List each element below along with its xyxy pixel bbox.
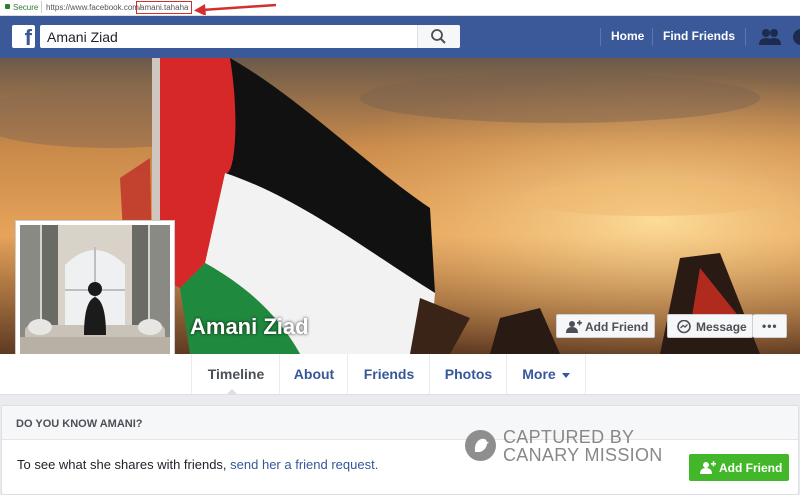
url-base[interactable]: https://www.facebook.com/ — [46, 3, 141, 12]
nav-find-friends[interactable]: Find Friends — [663, 29, 735, 43]
search-input[interactable] — [40, 25, 410, 48]
nav-divider — [600, 28, 601, 46]
timeline-tabs: Timeline About Friends Photos More — [0, 354, 800, 395]
tab-about[interactable]: About — [279, 354, 348, 394]
annotation-arrow-icon — [194, 3, 277, 15]
url-path-highlight[interactable]: amani.tahaha — [136, 1, 193, 14]
search-icon — [431, 29, 446, 44]
add-friend-green-button[interactable]: Add Friend — [689, 454, 789, 481]
tab-photos[interactable]: Photos — [429, 354, 507, 394]
lock-icon — [5, 4, 10, 9]
add-friend-icon — [566, 320, 582, 333]
message-button[interactable]: Message — [667, 314, 753, 338]
card-title: DO YOU KNOW AMANI? — [16, 418, 143, 430]
nav-divider — [745, 28, 746, 46]
messenger-icon[interactable] — [791, 28, 800, 46]
nav-home[interactable]: Home — [611, 29, 644, 43]
watermark-line-2: CANARY MISSION — [503, 445, 663, 465]
add-friend-icon — [700, 461, 716, 474]
card-header: DO YOU KNOW AMANI? — [2, 406, 798, 440]
secure-label: Secure — [13, 3, 39, 12]
messenger-icon — [677, 320, 691, 334]
active-tab-indicator — [226, 389, 238, 395]
divider — [41, 1, 42, 13]
search-button[interactable] — [417, 25, 460, 48]
search-box — [40, 25, 460, 48]
do-you-know-card: DO YOU KNOW AMANI? To see what she share… — [1, 405, 799, 495]
tab-more-label: More — [522, 366, 556, 382]
add-friend-green-label: Add Friend — [719, 461, 783, 475]
caret-down-icon — [561, 372, 570, 378]
send-friend-request-link[interactable]: send her a friend request. — [230, 457, 378, 472]
add-friend-button[interactable]: Add Friend — [556, 314, 655, 338]
facebook-logo-icon[interactable]: f — [12, 25, 35, 50]
tab-more[interactable]: More — [506, 354, 586, 394]
tab-friends[interactable]: Friends — [347, 354, 430, 394]
card-text-static: To see what she shares with friends, — [17, 457, 231, 472]
more-options-button[interactable]: ••• — [753, 314, 787, 338]
friend-requests-icon[interactable] — [758, 28, 782, 46]
add-friend-label: Add Friend — [585, 320, 649, 334]
more-options-dots: ••• — [762, 319, 778, 333]
profile-name[interactable]: Amani Ziad — [190, 314, 309, 340]
message-label: Message — [696, 320, 747, 334]
tab-timeline[interactable]: Timeline — [191, 354, 280, 394]
nav-divider — [652, 28, 653, 46]
browser-address-bar[interactable]: Secure https://www.facebook.com/ amani.t… — [0, 0, 800, 16]
card-text: To see what she shares with friends, sen… — [17, 457, 378, 472]
canary-bird-icon — [465, 430, 496, 461]
facebook-header: f Home Find Friends — [0, 16, 800, 59]
profile-photo-image — [20, 225, 170, 375]
